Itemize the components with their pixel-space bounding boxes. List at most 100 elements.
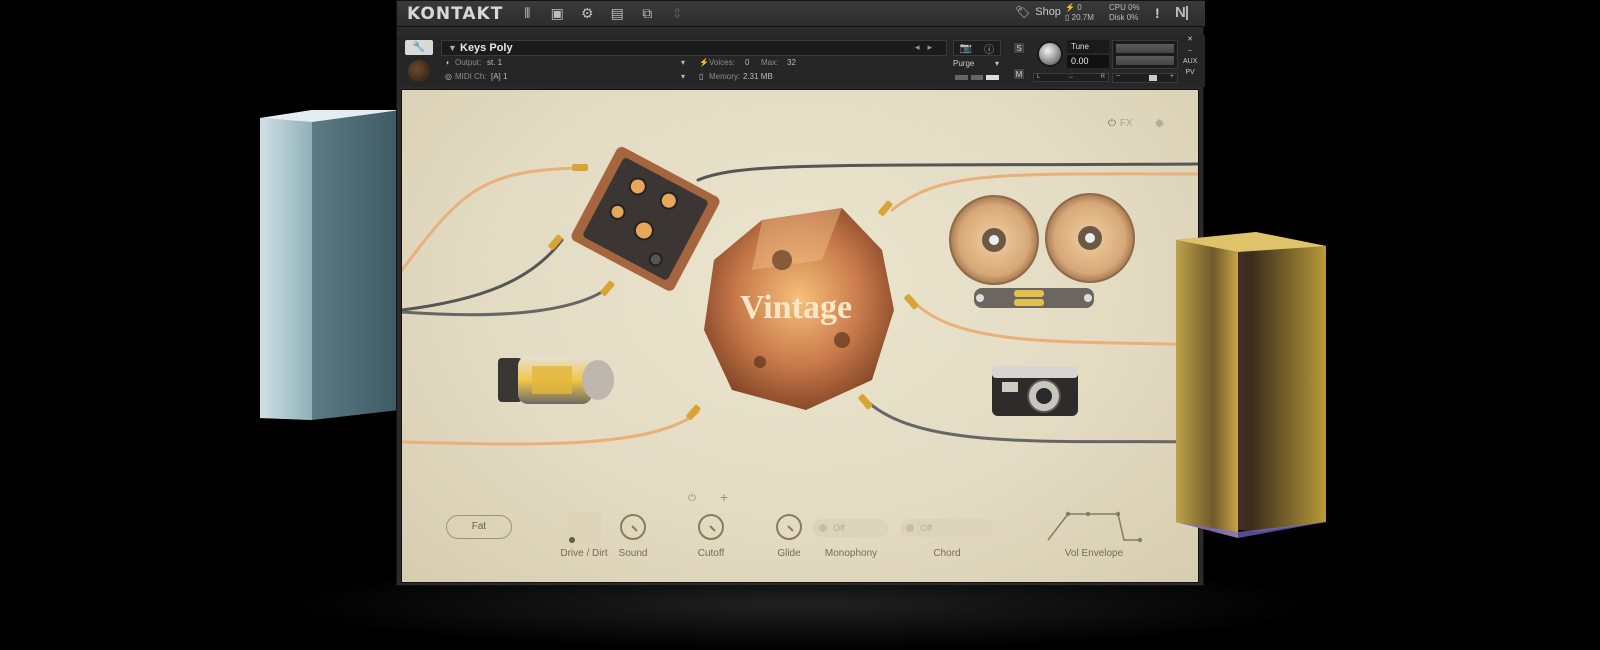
chord-toggle[interactable]: Off bbox=[900, 519, 994, 537]
instrument-header: 🔧 ▼ Keys Poly ◂▸ ◖ Output: st. 1 ▾ ⚡ Voi… bbox=[397, 35, 1205, 87]
plug bbox=[600, 280, 615, 296]
voices-value: 0 bbox=[745, 58, 750, 67]
settings-gear-icon[interactable]: ✹ bbox=[1154, 116, 1165, 132]
midi-select[interactable]: [A] 1 bbox=[491, 72, 507, 81]
plug bbox=[572, 164, 588, 171]
xy-pad-handle[interactable] bbox=[569, 537, 575, 543]
fat-button[interactable]: Fat bbox=[446, 515, 512, 539]
voices-icon: ⚡ bbox=[699, 58, 709, 67]
cutoff-plus-icon[interactable]: + bbox=[720, 489, 728, 505]
sound-knob[interactable] bbox=[620, 514, 646, 540]
resize-icon[interactable]: ⧉ bbox=[639, 5, 655, 22]
tune-knob[interactable] bbox=[1037, 41, 1063, 67]
max-voices-value[interactable]: 32 bbox=[787, 58, 796, 67]
cable bbox=[402, 283, 614, 317]
purge-indicator bbox=[955, 75, 1000, 80]
plug bbox=[858, 394, 873, 410]
sound-label: Sound bbox=[618, 548, 648, 559]
midi-dropdown-icon[interactable]: ▾ bbox=[681, 72, 685, 81]
cutoff-knob[interactable] bbox=[698, 514, 724, 540]
gear-icon[interactable]: ⚙ bbox=[579, 5, 595, 22]
library-icon[interactable]: ⦀ bbox=[519, 5, 535, 22]
collapse-icon[interactable]: ▼ bbox=[448, 43, 457, 53]
instrument-name-bar[interactable]: ▼ Keys Poly ◂▸ bbox=[441, 40, 947, 56]
cutoff-power-icon[interactable]: ⏻ bbox=[688, 493, 696, 504]
cable bbox=[696, 162, 1198, 182]
memory-icon: ▯ bbox=[699, 72, 704, 81]
pan-left-label: L bbox=[1037, 74, 1041, 80]
close-icon[interactable]: ✕ bbox=[1183, 35, 1197, 45]
pan-center-label: ↔ bbox=[1068, 74, 1074, 80]
vacuum-tube bbox=[498, 356, 614, 404]
vintage-camera bbox=[992, 366, 1078, 416]
glide-knob[interactable] bbox=[776, 514, 802, 540]
envelope-decay-handle bbox=[1085, 511, 1091, 517]
shop-label: Shop bbox=[1035, 6, 1061, 18]
memory-value: 2.31 MB bbox=[743, 72, 773, 81]
tag-icon: 🏷 bbox=[1015, 5, 1031, 19]
total-memory: 20.7M bbox=[1071, 13, 1094, 22]
volume-slider[interactable]: − + bbox=[1112, 73, 1178, 83]
instrument-buttons: 📷 ⓘ bbox=[953, 40, 1001, 56]
vol-envelope-graph[interactable] bbox=[1042, 506, 1142, 546]
cpu-disk-meter: CPU 0% Disk 0% bbox=[1109, 3, 1140, 23]
monophony-label: Monophony bbox=[824, 548, 878, 559]
wrench-icon[interactable]: 🔧 bbox=[405, 40, 433, 55]
solo-button[interactable]: S bbox=[1013, 42, 1025, 54]
pan-slider[interactable]: L ↔ R bbox=[1033, 73, 1109, 82]
camera-icon[interactable]: 📷 bbox=[960, 43, 972, 54]
kontakt-logo: KONTAKT bbox=[407, 3, 504, 24]
monophony-toggle[interactable]: Off bbox=[813, 519, 889, 537]
output-select[interactable]: st. 1 bbox=[487, 58, 502, 67]
tune-value[interactable]: 0.00 bbox=[1067, 55, 1109, 68]
envelope-release-handle bbox=[1137, 537, 1142, 543]
blue-glass-block bbox=[260, 110, 400, 420]
pv-button[interactable]: PV bbox=[1183, 68, 1197, 78]
instrument-logo bbox=[408, 60, 430, 82]
plug bbox=[878, 200, 893, 216]
cable bbox=[402, 238, 564, 312]
layout-icon[interactable]: ▤ bbox=[609, 5, 625, 22]
chord-label: Chord bbox=[933, 548, 961, 559]
total-voices: 0 bbox=[1077, 3, 1082, 12]
instrument-name: Keys Poly bbox=[460, 42, 513, 54]
aux-button[interactable]: AUX bbox=[1183, 57, 1197, 67]
glide-label: Glide bbox=[777, 548, 801, 559]
midi-row: ◎ MIDI Ch: [A] 1 ▾ ▯ Memory: 2.31 MB bbox=[441, 71, 947, 84]
cable bbox=[912, 300, 1198, 347]
up-down-icon[interactable]: ⇕ bbox=[669, 5, 685, 22]
prev-next-icon[interactable]: ◂▸ bbox=[915, 42, 940, 53]
cable bbox=[890, 172, 1198, 212]
ni-logo-icon[interactable]: N| bbox=[1175, 4, 1189, 21]
cpu-readout: CPU 0% bbox=[1109, 3, 1140, 12]
vintage-panel: Vintage ⏻ FX ✹ Fat Drive / Dirt Sound ⏻ … bbox=[401, 89, 1199, 583]
drive-dirt-label: Drive / Dirt bbox=[560, 548, 608, 559]
pan-right-label: R bbox=[1100, 74, 1105, 80]
vol-envelope-label: Vol Envelope bbox=[1064, 548, 1124, 559]
max-label: Max: bbox=[761, 58, 779, 67]
midi-icon: ◎ bbox=[445, 72, 452, 81]
purge-menu[interactable]: Purge ▾ bbox=[953, 59, 1001, 71]
top-toolbar: KONTAKT ⦀ ▣ ⚙ ▤ ⧉ ⇕ 🏷 Shop ⚡ 0 ▯ 20.7M C… bbox=[397, 1, 1205, 27]
output-row: ◖ Output: st. 1 ▾ ⚡ Voices: 0 Max: 32 bbox=[441, 57, 947, 70]
minimize-icon[interactable]: – bbox=[1183, 46, 1197, 56]
voices-label: Voices: bbox=[709, 58, 735, 67]
envelope-sustain-handle bbox=[1115, 511, 1121, 517]
warning-icon[interactable]: ! bbox=[1155, 5, 1160, 21]
panel-title: Vintage bbox=[740, 289, 852, 326]
level-meter bbox=[1112, 40, 1178, 69]
cable bbox=[402, 410, 700, 446]
fx-label: FX bbox=[1119, 118, 1133, 129]
fx-toggle[interactable]: ⏻ FX bbox=[1108, 118, 1133, 129]
amber-glass-block bbox=[1176, 232, 1326, 538]
output-label: Output: bbox=[455, 58, 482, 67]
shop-button[interactable]: 🏷 Shop bbox=[1015, 5, 1061, 19]
output-dropdown-icon[interactable]: ▾ bbox=[681, 58, 685, 67]
info-icon[interactable]: ⓘ bbox=[984, 41, 994, 56]
kontakt-window: KONTAKT ⦀ ▣ ⚙ ▤ ⧉ ⇕ 🏷 Shop ⚡ 0 ▯ 20.7M C… bbox=[396, 0, 1205, 586]
save-icon[interactable]: ▣ bbox=[549, 5, 565, 22]
purge-label: Purge bbox=[953, 59, 975, 68]
plug bbox=[904, 294, 919, 310]
mute-button[interactable]: M bbox=[1013, 68, 1025, 80]
midi-label: MIDI Ch: bbox=[455, 72, 487, 81]
